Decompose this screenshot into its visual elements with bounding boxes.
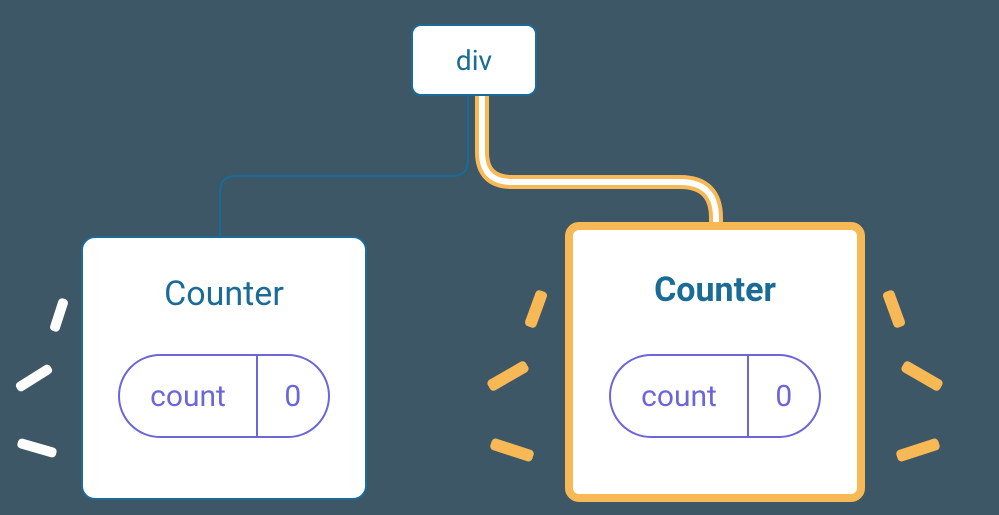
sparkle-ray-icon bbox=[49, 297, 69, 332]
counter-title-right: Counter bbox=[654, 270, 776, 310]
node-root-div: div bbox=[411, 24, 537, 96]
node-counter-left: Counter count 0 bbox=[81, 236, 367, 500]
sparkle-ray-icon bbox=[16, 438, 57, 459]
sparkle-ray-icon bbox=[900, 360, 944, 392]
count-pill-value-left: 0 bbox=[258, 356, 328, 436]
sparkle-ray-icon bbox=[489, 437, 535, 462]
sparkle-ray-icon bbox=[895, 437, 941, 462]
count-pill-value-right: 0 bbox=[749, 356, 819, 436]
sparkle-ray-icon bbox=[524, 289, 548, 329]
sparkle-ray-icon bbox=[14, 363, 53, 393]
node-counter-right: Counter count 0 bbox=[565, 222, 865, 502]
sparkle-ray-icon bbox=[486, 360, 530, 392]
sparkle-ray-icon bbox=[882, 289, 906, 329]
node-root-label: div bbox=[456, 44, 492, 77]
count-pill-left: count 0 bbox=[118, 354, 330, 438]
count-pill-label-right: count bbox=[611, 356, 749, 436]
counter-title-left: Counter bbox=[164, 274, 284, 314]
count-pill-label-left: count bbox=[120, 356, 258, 436]
count-pill-right: count 0 bbox=[609, 354, 821, 438]
